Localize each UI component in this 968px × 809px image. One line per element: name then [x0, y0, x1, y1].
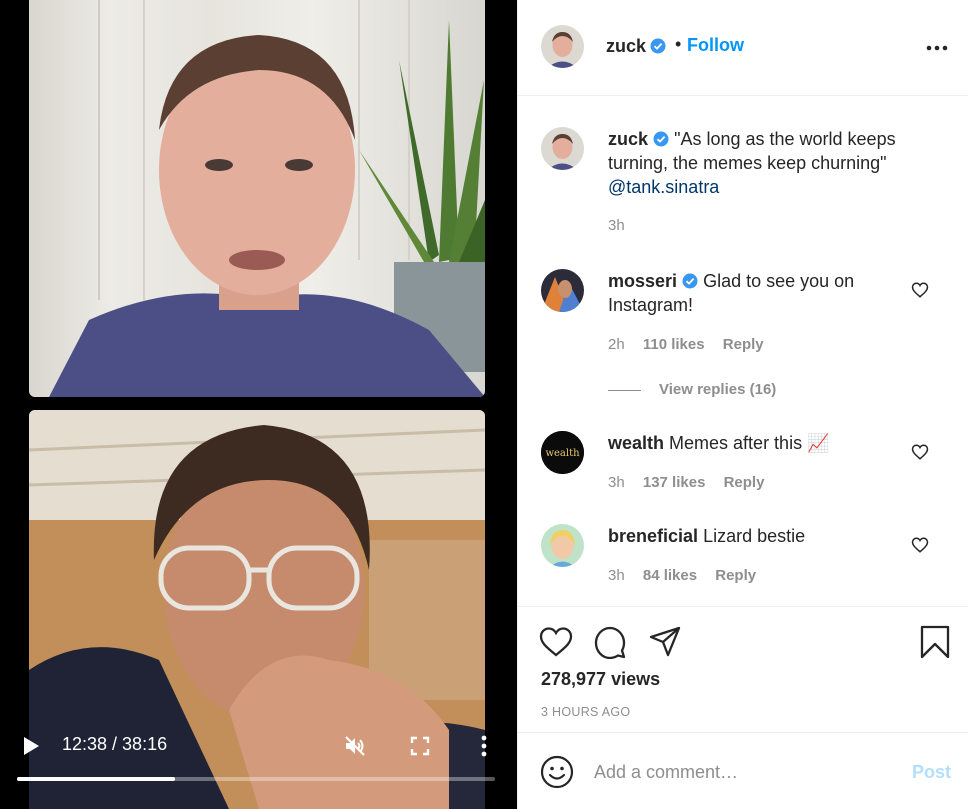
comment-like-heart-icon[interactable]	[911, 281, 929, 299]
view-replies-label: View replies (16)	[659, 381, 777, 398]
comments-list[interactable]: zuck "As long as the world keeps turning…	[518, 97, 968, 605]
emoji-icon[interactable]	[540, 755, 574, 789]
comment-item: breneficial Lizard bestie 3h 84 likes Re…	[518, 524, 968, 594]
follow-button[interactable]: Follow	[687, 35, 744, 56]
separator-dot: •	[675, 34, 682, 54]
fullscreen-icon[interactable]	[410, 736, 430, 756]
post-actions: 278,977 views 3 HOURS AGO	[518, 606, 968, 732]
comment-like-heart-icon[interactable]	[911, 536, 929, 554]
view-replies-button[interactable]: View replies (16)	[608, 381, 776, 398]
add-comment-bar: Post	[518, 732, 968, 809]
comment-time: 3h	[608, 567, 625, 584]
reply-button[interactable]: Reply	[723, 336, 764, 353]
comment-likes[interactable]: 137 likes	[643, 474, 706, 491]
post-comment-button[interactable]: Post	[912, 762, 951, 783]
comment-text: breneficial Lizard bestie	[608, 524, 908, 548]
post-header: zuck • Follow	[518, 0, 968, 96]
like-heart-icon[interactable]	[539, 625, 573, 659]
author-avatar[interactable]	[541, 25, 584, 68]
comment-time: 2h	[608, 336, 625, 353]
verified-badge-icon	[682, 273, 698, 289]
video-progress-bar[interactable]	[17, 777, 495, 781]
author-avatar-small[interactable]	[541, 127, 584, 170]
commenter-avatar[interactable]	[541, 269, 584, 312]
verified-badge-icon	[653, 131, 669, 147]
caption-text: zuck "As long as the world keeps turning…	[608, 127, 908, 199]
comment-body: Lizard bestie	[703, 526, 806, 546]
comment-body: Memes after this 📈	[669, 433, 830, 453]
post-timestamp: 3 HOURS AGO	[541, 705, 631, 719]
more-vertical-icon[interactable]	[478, 734, 490, 758]
commenter-avatar[interactable]: wealth	[541, 431, 584, 474]
caption-username[interactable]: zuck	[608, 129, 648, 149]
comment-input[interactable]	[594, 757, 894, 787]
play-icon[interactable]	[22, 736, 40, 756]
comment-like-heart-icon[interactable]	[911, 443, 929, 461]
video-time: 12:38 / 38:16	[62, 734, 168, 754]
comment-item: wealth wealth Memes after this 📈 3h 137 …	[518, 431, 968, 501]
muted-speaker-icon[interactable]	[343, 734, 367, 758]
author-username[interactable]: zuck	[606, 36, 646, 57]
share-paper-plane-icon[interactable]	[648, 625, 682, 659]
comment-meta: 2h 110 likes Reply	[608, 336, 778, 353]
comment-username[interactable]: mosseri	[608, 271, 677, 291]
comment-meta: 3h 137 likes Reply	[608, 474, 778, 491]
comment-likes[interactable]: 84 likes	[643, 567, 697, 584]
video-progress-fill	[17, 777, 175, 781]
caption: zuck "As long as the world keeps turning…	[518, 127, 968, 247]
caption-meta: 3h	[608, 217, 639, 234]
caption-time: 3h	[608, 217, 625, 234]
verified-badge-icon	[650, 38, 666, 54]
comment-time: 3h	[608, 474, 625, 491]
comment-item: mosseri Glad to see you on Instagram! 2h…	[518, 269, 968, 404]
comment-text: mosseri Glad to see you on Instagram!	[608, 269, 908, 317]
caption-body: "As long as the world keeps turning, the…	[608, 129, 896, 173]
reply-button[interactable]: Reply	[724, 474, 765, 491]
replies-divider-line	[608, 389, 641, 391]
comment-likes[interactable]: 110 likes	[643, 336, 705, 353]
comment-username[interactable]: breneficial	[608, 526, 698, 546]
video-frame-top	[29, 0, 485, 397]
comment-username[interactable]: wealth	[608, 433, 664, 453]
comment-meta: 3h 84 likes Reply	[608, 567, 770, 584]
comment-text: wealth Memes after this 📈	[608, 431, 908, 455]
svg-text:wealth: wealth	[545, 448, 580, 459]
commenter-avatar[interactable]	[541, 524, 584, 567]
comment-bubble-icon[interactable]	[593, 625, 627, 659]
person-top-illustration	[49, 0, 485, 397]
more-options-icon[interactable]	[926, 38, 948, 58]
video-player[interactable]: 12:38 / 38:16	[0, 0, 517, 809]
caption-mention[interactable]: @tank.sinatra	[608, 177, 719, 197]
save-bookmark-icon[interactable]	[918, 625, 952, 659]
video-controls: 12:38 / 38:16	[0, 726, 517, 766]
views-count[interactable]: 278,977 views	[541, 669, 660, 690]
post-panel: zuck • Follow zuck "As long as the world…	[517, 0, 968, 809]
reply-button[interactable]: Reply	[715, 567, 756, 584]
